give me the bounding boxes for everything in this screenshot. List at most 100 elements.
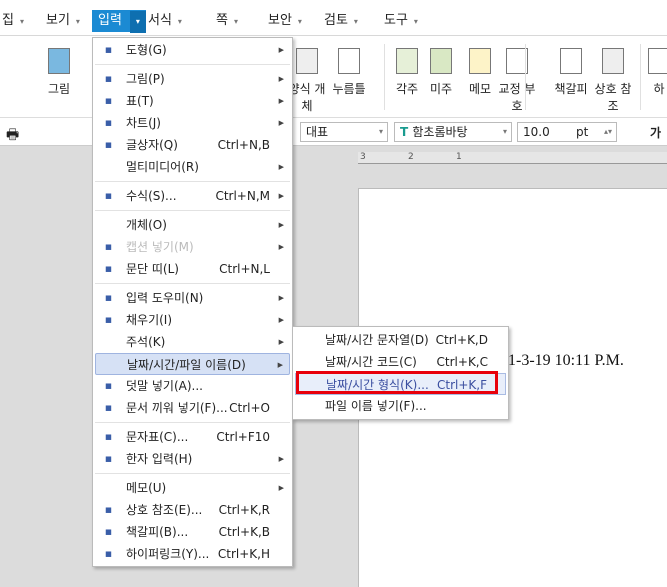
menu-5[interactable]: 보안 ▾	[262, 10, 308, 32]
menu-separator	[95, 422, 290, 423]
menu-item[interactable]: 날짜/시간 코드(C) Ctrl+K,C	[295, 351, 506, 373]
menu-item[interactable]: ▪ 글상자(Q) Ctrl+N,B	[95, 134, 290, 156]
menu-item-label: 글상자(Q)	[126, 138, 178, 152]
toolbar-label: 책갈피	[554, 82, 588, 96]
toolbar-label: 상호 참조	[594, 82, 632, 113]
menu-item-label: 그림(P)	[126, 72, 165, 86]
font-size-input[interactable]: 10.0 pt ▴▾	[517, 122, 617, 142]
font-select[interactable]: T 함초롬바탕 ▾	[394, 122, 512, 142]
menu-item[interactable]: 개체(O) ▶	[95, 214, 290, 236]
menu-item[interactable]: ▪ 그림(P) ▶	[95, 68, 290, 90]
menu-item-label: 메모(U)	[126, 481, 167, 495]
menu-item[interactable]: ▪ 문단 띠(L) Ctrl+N,L	[95, 258, 290, 280]
formula-icon: ▪	[104, 189, 113, 202]
submenu-arrow-icon: ▶	[278, 221, 284, 229]
menu-label: 도구	[384, 13, 408, 28]
font-size-value: 10.0	[523, 125, 550, 139]
fill-icon: ▪	[104, 313, 113, 326]
chevron-down-icon: ▾	[413, 17, 418, 26]
menu-4[interactable]: 쪽 ▾	[210, 10, 244, 32]
menu-item[interactable]: 주석(K) ▶	[95, 331, 290, 353]
menu-item-label: 한자 입력(H)	[126, 452, 193, 466]
menu-item-shortcut: Ctrl+F10	[216, 430, 270, 444]
shape-icon: ▪	[104, 43, 113, 56]
menu-item[interactable]: ▪ 채우기(I) ▶	[95, 309, 290, 331]
menu-item: ▪ 캡션 넣기(M) ▶	[95, 236, 290, 258]
submenu-arrow-icon: ▶	[278, 163, 284, 171]
toolbar-button-7[interactable]: 책갈피	[548, 48, 594, 97]
menu-separator	[95, 473, 290, 474]
chevron-down-icon: ▾	[233, 17, 238, 26]
paragraph-band-icon: ▪	[104, 262, 113, 275]
chevron-down-icon: ▾	[353, 17, 358, 26]
insert-menu: ▪ 도형(G) ▶ ▪ 그림(P) ▶ ▪ 표(T) ▶ ▪ 차트(J) ▶ ▪ 글상자(Q) Ctrl+N…	[92, 37, 293, 567]
menu-item[interactable]: ▪ 입력 도우미(N) ▶	[95, 287, 290, 309]
menu-item[interactable]: 멀티미디어(R) ▶	[95, 156, 290, 178]
toolbar-button-8[interactable]: 상호 참조	[590, 48, 636, 114]
toolbar-button-6[interactable]: 교정 부호	[494, 48, 540, 114]
menu-item-shortcut: Ctrl+K,D	[435, 333, 488, 347]
menu-item[interactable]: ▪ 차트(J) ▶	[95, 112, 290, 134]
menu-item-label: 날짜/시간/파일 이름(D)	[127, 358, 246, 372]
hanja-icon: ▪	[104, 452, 113, 465]
menu-item[interactable]: ▪ 문자표(C)... Ctrl+F10	[95, 426, 290, 448]
horizontal-ruler[interactable]: 3 2 1	[358, 152, 667, 164]
menu-item-label: 파일 이름 넣기(F)...	[325, 399, 427, 413]
font-value: 함초롬바탕	[412, 125, 468, 139]
menu-label: 보기	[46, 13, 70, 28]
menu-3[interactable]: 서식 ▾	[142, 10, 188, 32]
menu-item-label: 입력 도우미(N)	[126, 291, 204, 305]
menu-item[interactable]: ▪ 상호 참조(E)... Ctrl+K,R	[95, 499, 290, 521]
menu-item-label: 도형(G)	[126, 43, 167, 57]
toolbar-button-2[interactable]: 누름틀	[326, 48, 372, 97]
chevron-down-icon: ▾	[297, 17, 302, 26]
menu-item[interactable]: ▪ 하이퍼링크(Y)... Ctrl+K,H	[95, 543, 290, 565]
menu-item-label: 덧말 넣기(A)...	[126, 379, 203, 393]
menu-separator	[95, 64, 290, 65]
insert-document-icon: ▪	[104, 401, 113, 414]
textbox-icon: ▪	[104, 138, 113, 151]
print-icon[interactable]: 🖶	[6, 124, 19, 148]
submenu-arrow-icon: ▶	[278, 338, 284, 346]
menu-0[interactable]: 집 ▾	[0, 10, 30, 32]
menu-item[interactable]: 날짜/시간 문자열(D) Ctrl+K,D	[295, 329, 506, 351]
toolbar-button-0[interactable]: 그림	[36, 48, 82, 97]
input-helper-icon: ▪	[104, 291, 113, 304]
menu-6[interactable]: 검토 ▾	[318, 10, 364, 32]
toolbar-divider	[640, 44, 641, 110]
submenu-arrow-icon: ▶	[278, 46, 284, 54]
annotation-highlight-box	[296, 371, 498, 394]
menu-item[interactable]: ▪ 책갈피(B)... Ctrl+K,B	[95, 521, 290, 543]
menu-item[interactable]: 날짜/시간/파일 이름(D) ▶	[95, 353, 290, 375]
submenu-arrow-icon: ▶	[278, 484, 284, 492]
menu-2[interactable]: 입력 ▾	[92, 10, 146, 33]
menu-item-label: 수식(S)...	[126, 189, 177, 203]
font-type-icon: T	[400, 125, 413, 139]
menu-separator	[95, 210, 290, 211]
menu-item[interactable]: ▪ 덧말 넣기(A)...	[95, 375, 290, 397]
menu-label: 보안	[268, 13, 292, 28]
bold-button[interactable]: 가	[650, 124, 661, 141]
menu-item-label: 날짜/시간 문자열(D)	[325, 333, 429, 347]
menu-item[interactable]: ▪ 문서 끼워 넣기(F)... Ctrl+O	[95, 397, 290, 419]
chevron-down-icon: ▾	[378, 127, 383, 136]
style-select[interactable]: 대표 ▾	[300, 122, 388, 142]
menu-item[interactable]: ▪ 표(T) ▶	[95, 90, 290, 112]
menu-item[interactable]: 메모(U) ▶	[95, 477, 290, 499]
menu-item[interactable]: ▪ 도형(G) ▶	[95, 39, 290, 61]
menu-item[interactable]: ▪ 수식(S)... Ctrl+N,M ▶	[95, 185, 290, 207]
menu-1[interactable]: 보기 ▾	[40, 10, 86, 32]
submenu-arrow-icon: ▶	[278, 97, 284, 105]
menu-7[interactable]: 도구 ▾	[378, 10, 424, 32]
menu-item[interactable]: 파일 이름 넣기(F)...	[295, 395, 506, 417]
menu-item-shortcut: Ctrl+N,B	[217, 138, 270, 152]
menu-item-shortcut: Ctrl+K,R	[218, 503, 270, 517]
menu-item-shortcut: Ctrl+K,B	[218, 525, 270, 539]
submenu-arrow-icon: ▶	[278, 119, 284, 127]
submenu-arrow-icon: ▶	[278, 192, 284, 200]
menu-item-label: 상호 참조(E)...	[126, 503, 203, 517]
menu-item[interactable]: ▪ 한자 입력(H) ▶	[95, 448, 290, 470]
menu-label: 입력	[98, 13, 122, 28]
spinner-icon[interactable]: ▴▾	[604, 123, 612, 141]
font-size-unit: pt	[576, 125, 589, 139]
